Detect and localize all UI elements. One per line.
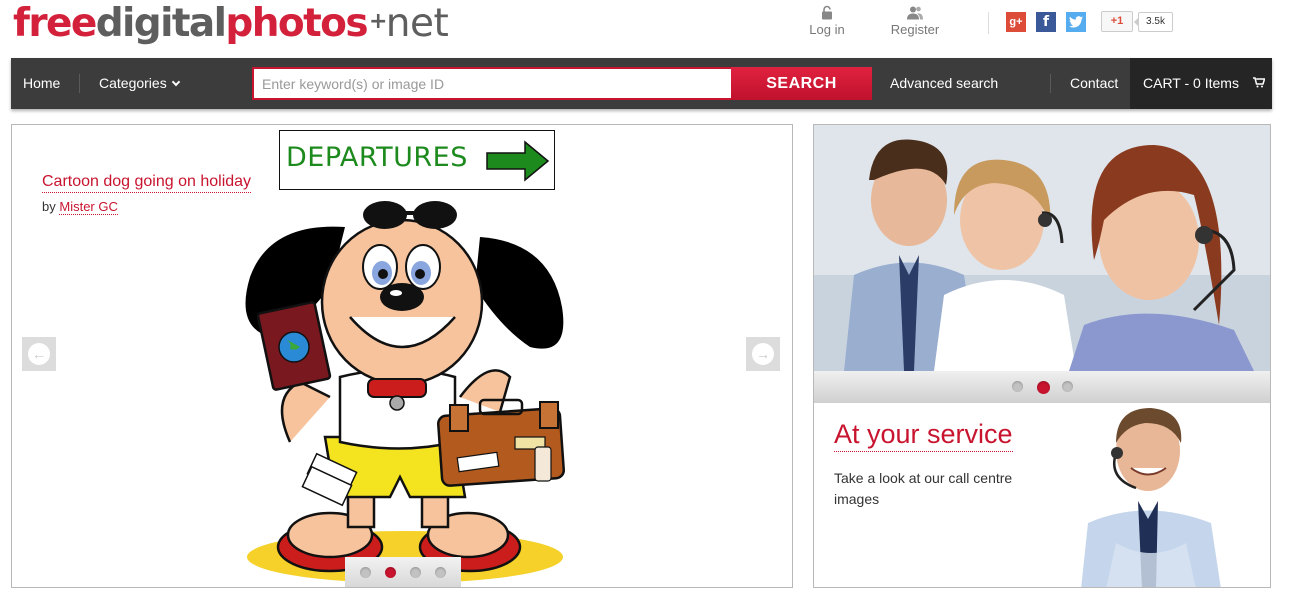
login-link[interactable]: Log in	[806, 5, 848, 37]
green-arrow-icon	[486, 140, 550, 182]
nav-contact[interactable]: Contact	[1070, 58, 1118, 109]
arrow-left-icon: ←	[28, 343, 50, 365]
site-logo[interactable]: freedigitalphotos+net	[13, 1, 449, 46]
nav-divider	[79, 74, 80, 93]
nav-categories-label: Categories	[99, 75, 167, 91]
departures-sign: DEPARTURES	[279, 130, 555, 190]
logo-part-free: free	[13, 1, 97, 46]
slider-next-button[interactable]: →	[746, 337, 780, 371]
featured-image-byline: by Mister GC	[42, 199, 118, 215]
call-centre-people-illustration	[814, 125, 1270, 371]
featured-image-title[interactable]: Cartoon dog going on holiday	[42, 173, 252, 193]
twitter-icon[interactable]	[1066, 12, 1086, 32]
promo-text: Take a look at our call centre images	[834, 470, 1013, 507]
google-plus-icon[interactable]: g+	[1006, 12, 1026, 32]
users-icon	[907, 6, 923, 20]
call-centre-photo[interactable]	[814, 125, 1270, 371]
facebook-icon[interactable]: f	[1036, 12, 1056, 32]
slider-dot[interactable]	[410, 567, 421, 578]
slider-pagination	[345, 557, 461, 587]
promo-slider-dot-active[interactable]	[1037, 381, 1050, 394]
author-link[interactable]: Mister GC	[59, 199, 118, 215]
logo-part-net: net	[385, 1, 449, 46]
cartoon-dog-illustration	[245, 201, 566, 583]
promo-panel: At your service Take a look at our call …	[813, 124, 1271, 588]
search-button[interactable]: SEARCH	[731, 67, 872, 100]
chevron-down-icon	[171, 77, 180, 87]
lock-icon	[822, 5, 832, 20]
share-count-badge: 3.5k	[1134, 12, 1173, 32]
cart-label: CART - 0 Items	[1143, 75, 1239, 91]
twitter-bird-icon	[1069, 16, 1083, 28]
call-centre-man-illustration	[1081, 408, 1221, 587]
promo-title[interactable]: At your service	[834, 419, 1013, 452]
register-link[interactable]: Register	[886, 5, 944, 37]
promo-slider-pagination	[814, 371, 1270, 403]
cart-button[interactable]: CART - 0 Items	[1130, 58, 1272, 109]
login-label: Log in	[809, 22, 845, 37]
arrow-right-icon: →	[752, 343, 774, 365]
slider-dot-active[interactable]	[385, 567, 396, 578]
main-nav: Home Categories SEARCH Advanced search C…	[11, 58, 1272, 109]
nav-home[interactable]: Home	[23, 58, 60, 109]
slider-dot[interactable]	[360, 567, 371, 578]
register-label: Register	[890, 22, 940, 37]
logo-part-plus: +	[368, 9, 387, 34]
slider-prev-button[interactable]: ←	[22, 337, 56, 371]
nav-categories[interactable]: Categories	[99, 58, 180, 109]
slider-dot[interactable]	[435, 567, 446, 578]
google-plus-one-button[interactable]: +1	[1101, 11, 1133, 32]
search-input[interactable]	[252, 67, 732, 100]
advanced-search-link[interactable]: Advanced search	[890, 58, 998, 109]
logo-part-digital: digital	[95, 1, 227, 46]
header-divider	[988, 12, 989, 34]
departures-sign-text: DEPARTURES	[286, 142, 468, 173]
promo-slider-dot[interactable]	[1062, 381, 1073, 392]
cart-icon	[1252, 60, 1266, 111]
promo-slider-dot[interactable]	[1012, 381, 1023, 392]
byline-prefix: by	[42, 199, 56, 214]
logo-part-photos: photos	[225, 1, 368, 46]
featured-image-slider: Cartoon dog going on holiday by Mister G…	[11, 124, 793, 588]
nav-divider	[1050, 74, 1051, 93]
